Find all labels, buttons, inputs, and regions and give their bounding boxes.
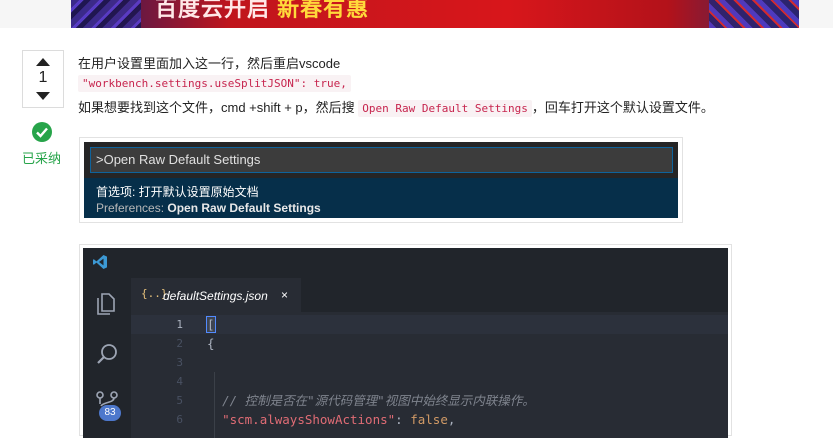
palette-item-title: 首选项: 打开默认设置原始文档 xyxy=(96,185,259,199)
vscode-logo-icon xyxy=(92,254,108,275)
palette-result-item: 首选项: 打开默认设置原始文档 Preferences: Open Raw De… xyxy=(84,178,678,218)
inline-code-command: Open Raw Default Settings xyxy=(358,100,532,117)
vote-count: 1 xyxy=(38,69,48,86)
scm-badge: 83 xyxy=(99,405,121,421)
line-number: 6 xyxy=(176,413,183,426)
check-circle-icon xyxy=(32,122,52,142)
command-palette: >Open Raw Default Settings 首选项: 打开默认设置原始… xyxy=(84,142,678,218)
answer-code-snippet: "workbench.settings.useSplitJSON": true, xyxy=(78,75,351,92)
search-icon[interactable] xyxy=(95,342,119,371)
palette-item-subtitle: Preferences: Open Raw Default Settings xyxy=(96,201,321,215)
editor-tabs: {..} defaultSettings.json × xyxy=(131,278,728,313)
code-line: "scm.alwaysShowActions": false, xyxy=(222,412,456,427)
accepted-label: 已采纳 xyxy=(22,151,62,166)
tab-default-settings[interactable]: {..} defaultSettings.json × xyxy=(131,278,301,313)
line-number: 4 xyxy=(176,375,183,388)
json-key: "scm.alwaysShowActions" xyxy=(222,412,396,427)
line-number: 2 xyxy=(176,337,183,350)
banner-decoration-left xyxy=(71,0,141,28)
code-lines: [ { // 控制是否在"源代码管理"视图中始终显示内联操作。 "scm.alw… xyxy=(206,315,535,429)
code-area[interactable]: 1 2 3 4 5 6 [ { // 控制是否在"源代码管理"视图中始终显示内联… xyxy=(131,312,728,438)
line-numbers: 1 2 3 4 5 6 xyxy=(131,315,183,429)
answer-text-instruction: 如果想要找到这个文件，cmd +shift + p，然后搜 Open Raw D… xyxy=(78,100,714,117)
vote-box: 1 xyxy=(22,50,64,108)
vscode-editor: 83 {..} defaultSettings.json × 1 2 3 4 5… xyxy=(83,248,728,438)
line-number: 1 xyxy=(176,318,183,331)
banner-text: 百度云开启 新春有惠 xyxy=(155,0,370,21)
files-icon[interactable] xyxy=(95,292,117,321)
matched-bracket: [ xyxy=(206,316,216,333)
code-line: // 控制是否在"源代码管理"视图中始终显示内联操作。 xyxy=(207,391,535,410)
screenshot-command-palette[interactable]: >Open Raw Default Settings 首选项: 打开默认设置原始… xyxy=(79,137,683,223)
json-value: false xyxy=(410,412,448,427)
triangle-down-icon[interactable] xyxy=(36,92,50,100)
screenshot-editor[interactable]: 83 {..} defaultSettings.json × 1 2 3 4 5… xyxy=(79,244,732,438)
ad-banner[interactable]: 百度云开启 新春有惠 xyxy=(71,0,799,28)
line-number: 5 xyxy=(176,394,183,407)
tab-label: defaultSettings.json xyxy=(163,289,268,303)
code-line: { xyxy=(207,336,215,351)
banner-decoration-right xyxy=(709,0,799,28)
answer-text-line: 在用户设置里面加入这一行，然后重启vscode xyxy=(78,56,341,71)
code-line: [ xyxy=(206,315,535,334)
code-comment: // 控制是否在"源代码管理"视图中始终显示内联操作。 xyxy=(222,393,535,408)
palette-input: >Open Raw Default Settings xyxy=(90,147,673,173)
activity-bar: 83 xyxy=(83,278,131,438)
close-icon[interactable]: × xyxy=(281,288,288,302)
line-number: 3 xyxy=(176,356,183,369)
triangle-up-icon[interactable] xyxy=(36,58,50,66)
